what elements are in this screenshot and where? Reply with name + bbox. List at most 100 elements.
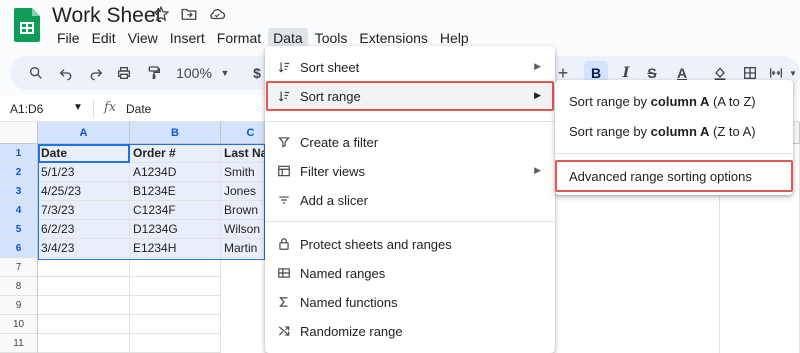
label-prefix: Sort range by: [569, 124, 651, 139]
menu-extensions[interactable]: Extensions: [354, 28, 432, 48]
row-header[interactable]: 8: [0, 277, 38, 296]
cell[interactable]: [38, 296, 130, 315]
label-prefix: Sort range by: [569, 94, 651, 109]
menu-edit[interactable]: Edit: [87, 28, 121, 48]
row-header[interactable]: 9: [0, 296, 38, 315]
data-menu: Sort sheet ▶ Sort range ▶ Create a filte…: [265, 46, 555, 353]
cell[interactable]: [130, 315, 221, 334]
formula-divider: [93, 100, 94, 118]
menu-format[interactable]: Format: [212, 28, 266, 48]
print-icon[interactable]: [114, 56, 134, 90]
filter-icon: [278, 137, 290, 148]
cell-b2[interactable]: A1234D: [130, 163, 221, 182]
column-header-b[interactable]: B: [130, 122, 221, 144]
menu-view[interactable]: View: [123, 28, 163, 48]
column-header-a[interactable]: A: [38, 122, 130, 144]
row-header[interactable]: 11: [0, 334, 38, 353]
row-header[interactable]: 6: [0, 239, 38, 258]
shuffle-icon: [278, 326, 290, 336]
cell-b5[interactable]: D1234G: [130, 220, 221, 239]
formula-input[interactable]: Date: [126, 102, 151, 116]
submenu-arrow-icon: ▶: [534, 61, 541, 71]
menu-item-filter-views[interactable]: Filter views ▶: [265, 157, 555, 185]
menu-bar: File Edit View Insert Format Data Tools …: [52, 28, 476, 48]
menu-item-label: Randomize range: [300, 324, 403, 339]
fx-icon: fx: [104, 100, 117, 115]
menu-divider: [265, 121, 555, 122]
menu-item-randomize-range[interactable]: Randomize range: [265, 317, 555, 345]
cell[interactable]: [38, 334, 130, 353]
undo-icon[interactable]: [56, 56, 76, 90]
redo-icon[interactable]: [86, 56, 106, 90]
sort-a-to-z-label: Sort range by column A (A to Z): [569, 94, 756, 109]
row-header[interactable]: 4: [0, 201, 38, 220]
sort-icon: [278, 62, 290, 73]
cell-a3[interactable]: 4/25/23: [38, 182, 130, 201]
star-icon[interactable]: [152, 5, 170, 23]
sheets-logo-icon[interactable]: [14, 8, 40, 42]
menu-item-named-functions[interactable]: Named functions: [265, 288, 555, 316]
row-header[interactable]: 5: [0, 220, 38, 239]
cell[interactable]: [38, 258, 130, 277]
menu-item-named-ranges[interactable]: Named ranges: [265, 259, 555, 287]
cell-b3[interactable]: B1234E: [130, 182, 221, 201]
paint-format-icon[interactable]: [144, 56, 164, 90]
menu-item-sort-range[interactable]: Sort range ▶: [265, 82, 555, 110]
menu-item-label: Named functions: [300, 295, 398, 310]
sort-z-to-a-option[interactable]: Sort range by column A (Z to A): [555, 118, 793, 144]
row-header[interactable]: 1: [0, 144, 38, 163]
label-column: column A: [650, 124, 710, 139]
menu-item-label: Sort range: [300, 89, 361, 104]
lock-icon: [279, 238, 289, 250]
row-header[interactable]: 10: [0, 315, 38, 334]
cell[interactable]: [130, 258, 221, 277]
menu-file[interactable]: File: [52, 28, 85, 48]
zoom-select[interactable]: 100%: [174, 56, 214, 90]
cell-b6[interactable]: E1234H: [130, 239, 221, 258]
cell-b1[interactable]: Order #: [130, 144, 221, 163]
title-bar: Work Sheet File Edit View Insert Format …: [0, 0, 800, 52]
menu-divider: [265, 221, 555, 222]
menu-item-create-filter[interactable]: Create a filter: [265, 128, 555, 156]
menu-data[interactable]: Data: [268, 28, 308, 48]
currency-format-button[interactable]: $: [250, 56, 264, 90]
menu-item-sort-sheet[interactable]: Sort sheet ▶: [265, 53, 555, 81]
sort-icon: [278, 91, 290, 102]
menu-help[interactable]: Help: [435, 28, 474, 48]
sort-z-to-a-label: Sort range by column A (Z to A): [569, 124, 756, 139]
advanced-sorting-option[interactable]: Advanced range sorting options: [555, 163, 793, 189]
cell[interactable]: [130, 277, 221, 296]
menu-item-add-slicer[interactable]: Add a slicer: [265, 186, 555, 214]
cell-a5[interactable]: 6/2/23: [38, 220, 130, 239]
select-all-corner[interactable]: [0, 122, 38, 144]
menu-item-label: Protect sheets and ranges: [300, 237, 452, 252]
move-folder-icon[interactable]: [180, 5, 198, 23]
named-ranges-icon: [278, 268, 290, 278]
name-box-dropdown-icon[interactable]: ▼: [73, 102, 83, 113]
row-header[interactable]: 3: [0, 182, 38, 201]
row-header[interactable]: 7: [0, 258, 38, 277]
cell[interactable]: [38, 315, 130, 334]
submenu-arrow-icon: ▶: [534, 90, 541, 100]
cloud-saved-icon[interactable]: [208, 5, 226, 23]
menu-item-protect-sheets[interactable]: Protect sheets and ranges: [265, 230, 555, 258]
zoom-dropdown-icon[interactable]: ▼: [218, 56, 232, 90]
sort-a-to-z-option[interactable]: Sort range by column A (A to Z): [555, 88, 793, 114]
cell[interactable]: [38, 277, 130, 296]
menu-item-label: Add a slicer: [300, 193, 368, 208]
cell[interactable]: [130, 334, 221, 353]
cell-a6[interactable]: 3/4/23: [38, 239, 130, 258]
row-header[interactable]: 2: [0, 163, 38, 182]
cell-a4[interactable]: 7/3/23: [38, 201, 130, 220]
menu-divider: [555, 153, 793, 154]
cell[interactable]: [130, 296, 221, 315]
search-menus-icon[interactable]: [26, 56, 46, 90]
menu-item-label: Create a filter: [300, 135, 379, 150]
active-cell-outline: [38, 144, 130, 163]
document-title[interactable]: Work Sheet: [52, 4, 161, 28]
cell-a2[interactable]: 5/1/23: [38, 163, 130, 182]
menu-insert[interactable]: Insert: [165, 28, 210, 48]
menu-tools[interactable]: Tools: [310, 28, 353, 48]
name-box[interactable]: A1:D6: [10, 102, 43, 116]
cell-b4[interactable]: C1234F: [130, 201, 221, 220]
